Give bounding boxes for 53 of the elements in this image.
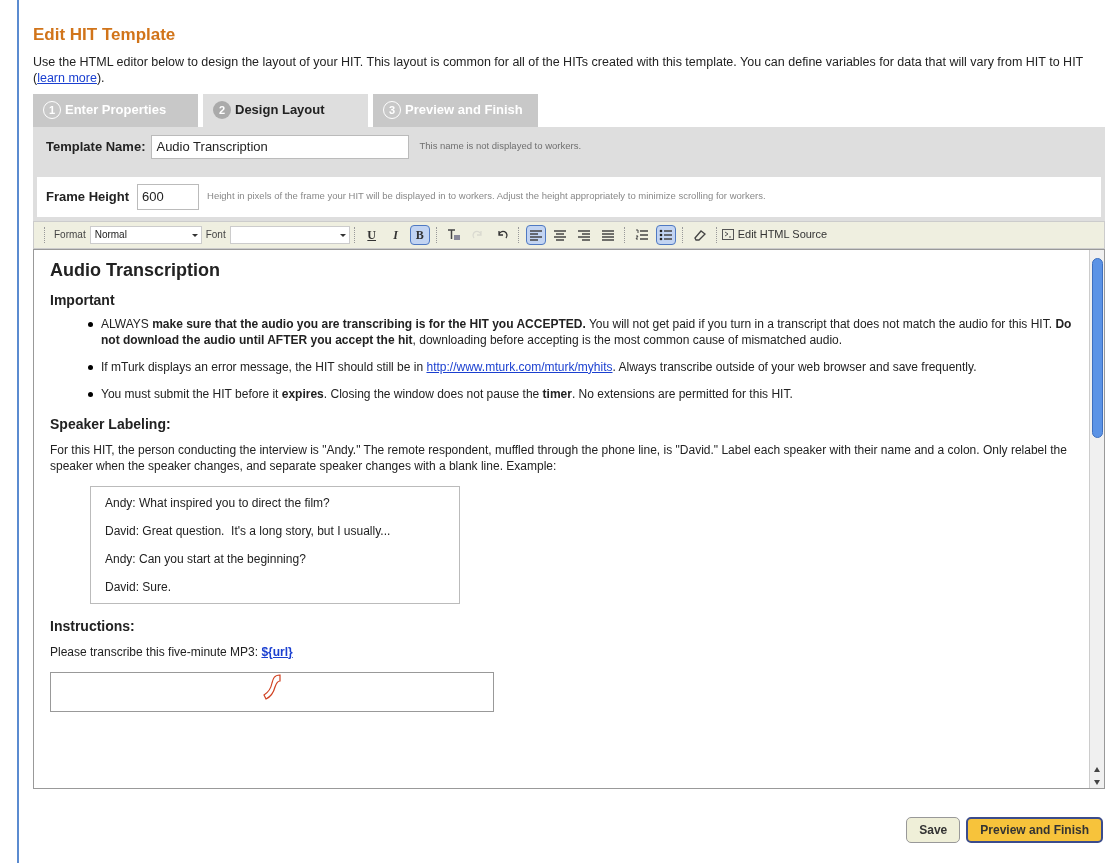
format-select[interactable]: Normal <box>89 225 202 244</box>
align-left-icon <box>528 228 543 241</box>
step-tab[interactable]: 2 Design Layout <box>203 93 368 127</box>
scroll-down-icon[interactable] <box>1093 777 1101 786</box>
example-line: David: Sure. <box>105 578 173 595</box>
bullet-text: You must submit the HIT before it expires. Closing the window does not pause the timer. No extensions are permitted for this HIT. <box>101 385 793 402</box>
hint-text: This name is not displayed to workers. <box>419 139 582 154</box>
bullet-icon <box>88 391 93 397</box>
bullet-icon <box>88 321 93 327</box>
numbered-list-icon <box>634 228 649 241</box>
format-button[interactable]: B <box>409 224 430 245</box>
format-button[interactable]: I <box>385 224 406 245</box>
page-title: Edit HIT Template <box>33 24 177 46</box>
doc-subheading: Important <box>50 291 116 308</box>
step-number: 2 <box>213 101 231 119</box>
bullet-text: ALWAYS make sure that the audio you are transcribing is for the HIT you ACCEPTED. You will not get paid if you turn in a transcript that does not match the audio for this HIT. Do not download the audio until AFTER you accept the hit, downloading before accepting is the most common cause of mismatched audio. <box>101 315 1073 348</box>
plugin-icon <box>262 672 282 701</box>
field-label: Frame Height <box>46 187 130 206</box>
font-label: Font <box>205 228 226 242</box>
example-line: Andy: What inspired you to direct the film? <box>105 494 331 511</box>
intro-text: Use the HTML editor below to design the layout of your HIT. This layout is common for all of the HITs created with this template. You can define variables for data that will vary from HIT to HIT (learn more). <box>33 53 1085 86</box>
format-button[interactable]: U <box>361 224 382 245</box>
source-icon <box>721 229 734 240</box>
learn-more-link[interactable]: learn more <box>37 70 97 85</box>
toolbar-button[interactable] <box>655 224 676 245</box>
doc-heading: Audio Transcription <box>50 261 221 278</box>
doc-subheading: Instructions: <box>50 617 136 634</box>
format-label: Format <box>54 228 86 242</box>
doc-subheading: Speaker Labeling: <box>50 415 172 432</box>
frame-height-field[interactable]: 600 <box>137 183 200 210</box>
justify-icon <box>600 228 615 241</box>
bulleted-list-icon <box>658 228 673 241</box>
align-right-icon <box>576 228 591 241</box>
eraser-icon <box>692 228 707 241</box>
bullet-icon <box>88 364 93 370</box>
scroll-thumb[interactable] <box>1091 257 1103 438</box>
preview-and-finish-button[interactable]: Preview and Finish <box>966 816 1103 843</box>
edit-html-source-button[interactable]: Edit HTML Source <box>721 226 828 243</box>
example-line: Andy: Can you start at the beginning? <box>105 550 307 567</box>
example-line: David: Great question. It's a long story, but I usually... <box>105 522 392 539</box>
text-color-icon <box>446 228 461 241</box>
save-button[interactable]: Save <box>906 816 961 843</box>
bullet-text: If mTurk displays an error message, the HIT should still be in http://www.mturk.com/mturk/myhits. Always transcribe outside of your web browser and save frequently. <box>101 358 977 375</box>
instructions-text: Please transcribe this five-minute MP3: ${url} <box>50 643 294 660</box>
template-name-field[interactable]: Audio Transcription <box>151 134 410 159</box>
scroll-up-icon[interactable] <box>1093 765 1101 774</box>
speaker-text: For this HIT, the person conducting the interview is "Andy." The remote respondent, muffled through the phone line, is "David." Label each speaker with their name and a colon. Only relabel the speaker when the speaker changes, and separate speaker changes with a blank line. Example: <box>50 441 1068 474</box>
field-label: Template Name: <box>46 137 146 156</box>
align-center-icon <box>552 228 567 241</box>
myhits-link[interactable]: http://www.mturk.com/mturk/myhits <box>426 359 613 374</box>
tab-label: Design Layout <box>235 101 325 120</box>
url-variable-link[interactable]: ${url} <box>261 644 293 659</box>
hint-text: Height in pixels of the frame your HIT will be displayed in to workers. Adjust the height appropriately to minimize scrolling for workers. <box>207 189 766 204</box>
